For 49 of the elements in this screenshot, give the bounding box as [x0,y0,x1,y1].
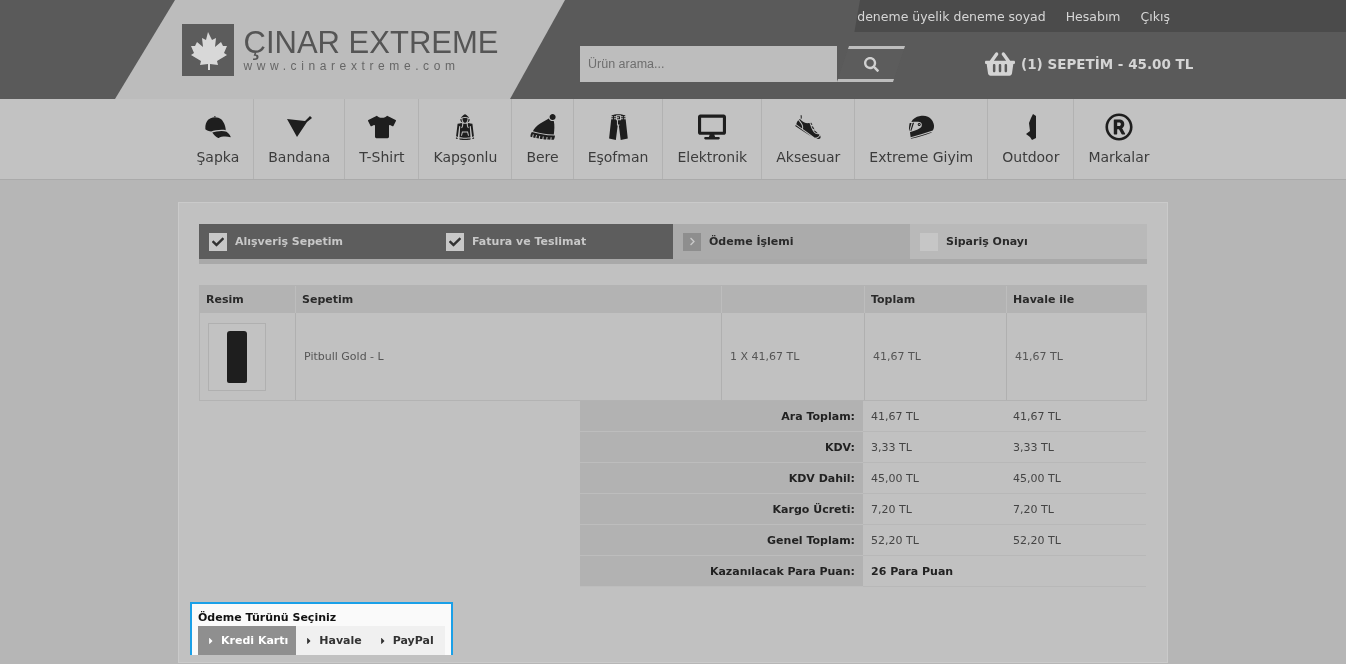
table-cell: Pitbull Gold - L [295,313,721,400]
category-link[interactable]: Eşofman [572,99,663,179]
summary-value: 45,00 TL [1005,463,1146,494]
column-header: Toplam [864,286,1006,313]
column-header: Havale ile [1006,286,1147,313]
table-cell: 1 X 41,67 TL [721,313,864,400]
logo-title: ÇINAR EXTREME [243,26,499,59]
summary-label: KDV Dahil: [580,463,863,494]
category-link[interactable]: T-Shirt [344,99,419,179]
category-link[interactable]: Aksesuar [761,99,855,179]
category-link[interactable]: Bere [511,99,573,179]
user-link[interactable]: Hesabım [1065,8,1121,24]
summary-value: 3,33 TL [863,432,1005,463]
summary-value: 3,33 TL [1005,432,1146,463]
search-field[interactable]: Ürün arama... [580,46,837,82]
summary-value: 41,67 TL [1005,401,1146,432]
step-label: Alışveriş Sepetim [235,235,343,248]
summary-value: 41,67 TL [863,401,1005,432]
category-link[interactable]: Markalar [1073,99,1164,179]
summary-value: 52,20 TL [863,525,1005,556]
column-header: Resim [200,286,295,313]
category-link[interactable]: Şapka [182,99,254,179]
column-header: Sepetim [295,286,721,313]
payment-title: Ödeme Türünü Seçiniz [198,609,338,626]
summary-label: Kazanılacak Para Puan: [580,556,863,587]
table-cell: 41,67 TL [864,313,1006,400]
summary-value: 52,20 TL [1005,525,1146,556]
category-link[interactable]: Extreme Giyim [854,99,988,179]
summary-label: Ara Toplam: [580,401,863,432]
payment-tab[interactable]: Kredi Kartı [198,626,297,655]
summary-value: 26 Para Puan [863,556,1005,587]
category-link[interactable]: Bandana [253,99,345,179]
summary-label: Genel Toplam: [580,525,863,556]
summary-value: 45,00 TL [863,463,1005,494]
category-link[interactable]: Elektronik [662,99,762,179]
table-cell: 41,67 TL [1006,313,1147,400]
step-label: Fatura ve Teslimat [472,235,587,248]
summary-value: 7,20 TL [863,494,1005,525]
category-link[interactable]: Outdoor [987,99,1074,179]
summary-label: Kargo Ücreti: [580,494,863,525]
user-link[interactable]: Çıkış [1140,8,1170,24]
step-label: Sipariş Onayı [946,235,1028,248]
user-link[interactable]: deneme üyelik deneme soyad [857,8,1046,24]
cart-link[interactable]: (1) SEPETİM - 45.00 TL [985,49,1194,79]
step-label: Ödeme İşlemi [709,235,794,248]
summary-label: KDV: [580,432,863,463]
category-link[interactable]: Kapşonlu [418,99,512,179]
logo-url: www.cinarextreme.com [243,58,461,73]
summary-value: 7,20 TL [1005,494,1146,525]
